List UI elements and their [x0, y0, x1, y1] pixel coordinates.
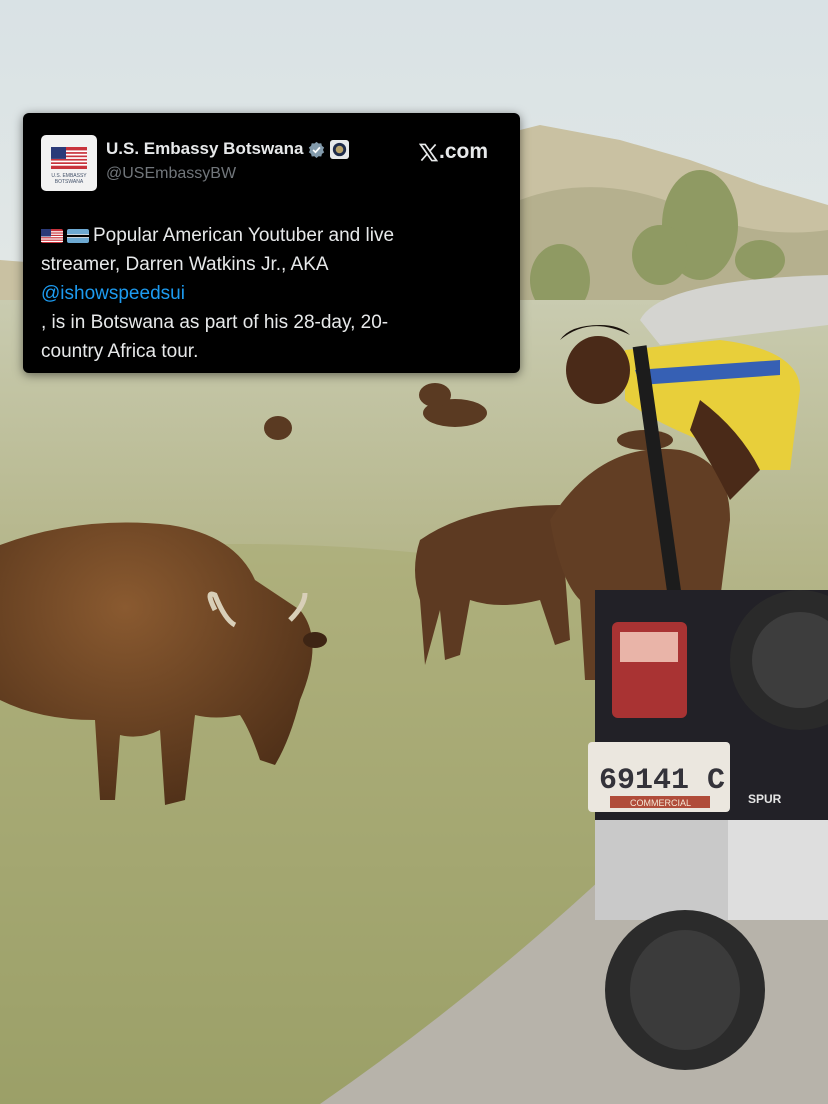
- tweet-card[interactable]: U.S. EMBASSY BOTSWANA U.S. Embassy Botsw…: [23, 113, 520, 373]
- us-flag-icon: [51, 147, 87, 169]
- tweet-line-5: country Africa tour.: [41, 341, 199, 362]
- account-name[interactable]: U.S. Embassy Botswana: [106, 139, 303, 159]
- site-domain: .com: [439, 140, 489, 163]
- svg-text:COMMERCIAL: COMMERCIAL: [630, 798, 691, 808]
- us-flag-icon: [41, 229, 63, 243]
- tweet-line-1: Popular American Youtuber and live: [93, 225, 395, 246]
- avatar-caption: U.S. EMBASSY BOTSWANA: [51, 173, 87, 185]
- svg-text:69141 C: 69141 C: [599, 764, 725, 798]
- botswana-flag-icon: [67, 229, 89, 243]
- tweet-line-2: streamer, Darren Watkins Jr., AKA: [41, 254, 329, 275]
- tweet-text: Popular American Youtuber and live strea…: [41, 221, 491, 366]
- account-avatar[interactable]: U.S. EMBASSY BOTSWANA: [41, 135, 97, 191]
- x-logo-icon: [419, 143, 438, 161]
- tweet-line-4: , is in Botswana as part of his 28-day, …: [41, 312, 389, 333]
- government-seal-icon: [330, 139, 350, 159]
- verified-badge-icon: [309, 141, 325, 158]
- site-label[interactable]: .com: [419, 140, 488, 164]
- mention-link[interactable]: @ishowspeedsui: [41, 279, 491, 308]
- account-name-row: U.S. Embassy Botswana: [106, 139, 350, 159]
- svg-text:SPUR: SPUR: [748, 792, 782, 806]
- account-handle[interactable]: @USEmbassyBW: [106, 165, 236, 183]
